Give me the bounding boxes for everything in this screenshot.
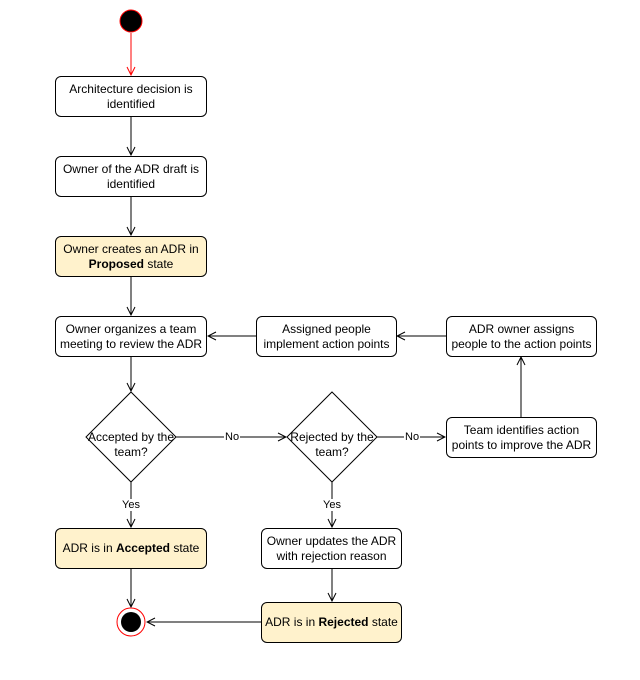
- edge-label-rejected-no: No: [404, 431, 421, 443]
- activity-implement-action-points: Assigned people implement action points: [256, 316, 397, 357]
- start-node: [119, 9, 143, 33]
- edge-label-accepted-no: No: [224, 431, 241, 443]
- activity-owner-identified: Owner of the ADR draft is identified: [55, 156, 207, 197]
- end-node: [116, 607, 146, 637]
- activity-label: Architecture decision is identified: [69, 81, 193, 111]
- decision-rejected-label: Rejected by the team?: [290, 430, 374, 459]
- activity-label: Owner updates the ADR with rejection rea…: [266, 533, 397, 563]
- activity-assign-action-points: ADR owner assigns people to the action p…: [446, 316, 597, 357]
- decision-accepted-label: Accepted by the team?: [87, 430, 175, 459]
- activity-review-meeting: Owner organizes a team meeting to review…: [55, 316, 207, 357]
- activity-update-rejection-reason: Owner updates the ADR with rejection rea…: [261, 528, 402, 569]
- state-accepted: ADR is in Accepted state: [55, 528, 207, 569]
- activity-label: Team identifies action points to improve…: [451, 422, 592, 452]
- edge-label-accepted-yes: Yes: [121, 499, 141, 511]
- edge-label-rejected-yes: Yes: [322, 499, 342, 511]
- activity-label: Owner creates an ADR in Proposed state: [63, 241, 199, 271]
- activity-label: ADR owner assigns people to the action p…: [451, 321, 592, 351]
- activity-create-proposed: Owner creates an ADR in Proposed state: [55, 236, 207, 277]
- activity-label: Assigned people implement action points: [263, 321, 390, 351]
- activity-label: Owner organizes a team meeting to review…: [59, 321, 203, 351]
- activity-decision-identified: Architecture decision is identified: [55, 76, 207, 117]
- activity-label: Owner of the ADR draft is identified: [62, 161, 200, 191]
- state-rejected: ADR is in Rejected state: [261, 602, 402, 643]
- activity-identify-improvements: Team identifies action points to improve…: [446, 417, 597, 458]
- activity-label: ADR is in Rejected state: [265, 615, 398, 629]
- activity-label: ADR is in Accepted state: [62, 541, 200, 555]
